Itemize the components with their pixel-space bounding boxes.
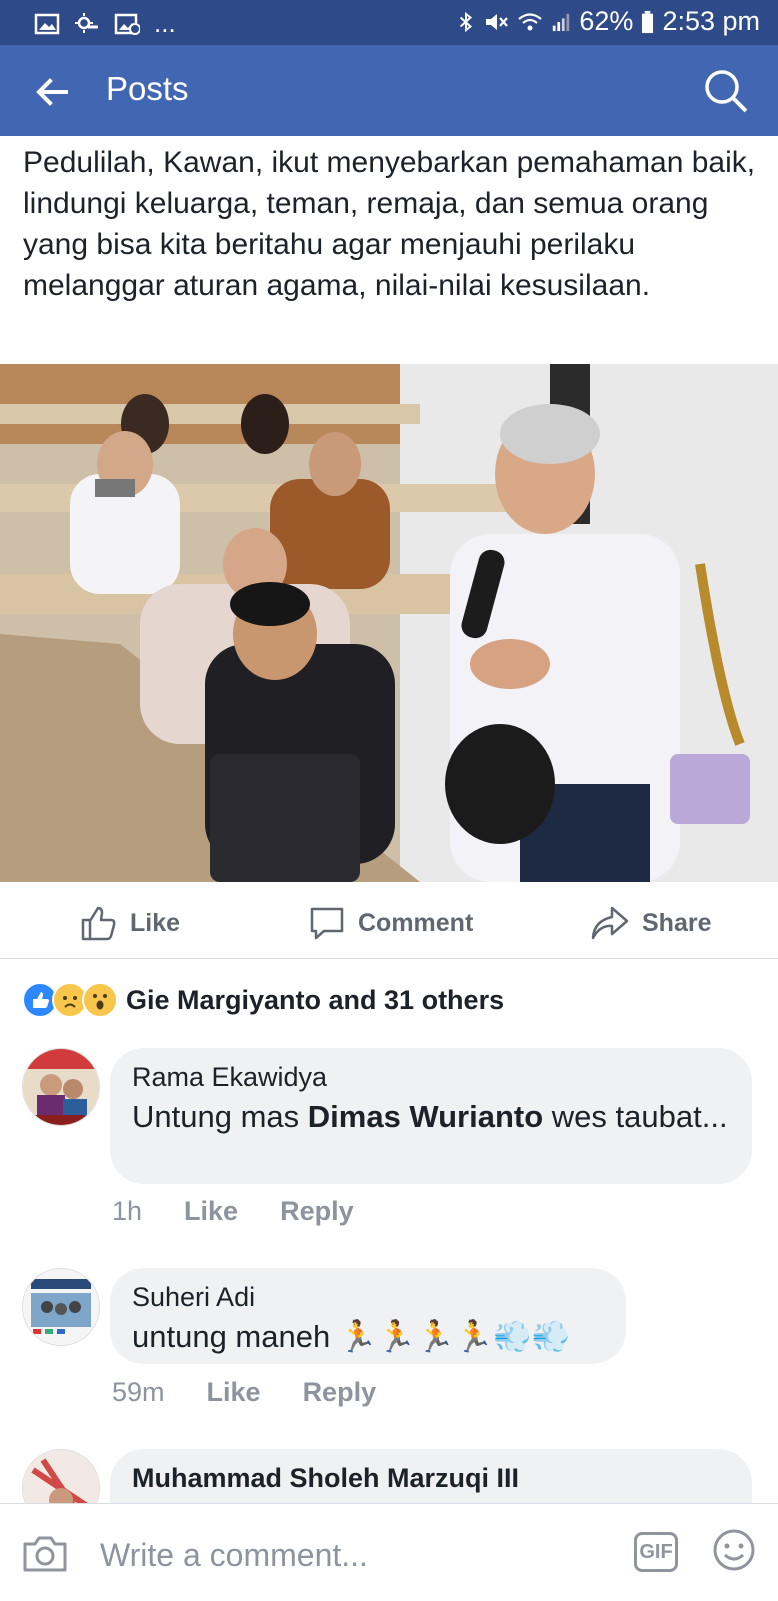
avatar[interactable]	[22, 1048, 100, 1126]
comment-like-button[interactable]: Like	[207, 1377, 261, 1408]
comment-text-part: Untung mas	[132, 1099, 308, 1134]
comment-input[interactable]	[98, 1534, 602, 1576]
photo-g-icon	[114, 13, 140, 35]
gif-button[interactable]: GIF	[634, 1532, 678, 1572]
battery-icon	[642, 10, 654, 33]
comment-author[interactable]: Suheri Adi	[132, 1282, 604, 1313]
comment-time: 59m	[112, 1377, 165, 1407]
comment-author[interactable]: Muhammad Sholeh Marzuqi III	[132, 1463, 730, 1494]
bluetooth-icon	[460, 11, 473, 32]
status-bar: ... 62% 2:53 pm	[0, 0, 778, 45]
comment-author[interactable]: Rama Ekawidya	[132, 1062, 730, 1093]
comment-reply-button[interactable]: Reply	[280, 1196, 354, 1227]
search-icon[interactable]	[702, 67, 750, 115]
overflow-dots: ...	[154, 8, 176, 38]
comment-time: 1h	[112, 1196, 143, 1226]
emoji-icon[interactable]	[712, 1528, 756, 1572]
share-icon	[591, 906, 629, 940]
camera-icon[interactable]	[22, 1532, 68, 1574]
battery-percent: 62%	[579, 6, 634, 36]
system-icons: 62% 2:53 pm	[457, 6, 760, 37]
wow-reaction-icon	[82, 982, 118, 1018]
comment-text: Untung mas Dimas Wurianto wes taubat...	[132, 1097, 730, 1137]
share-label: Share	[642, 908, 712, 937]
like-label: Like	[130, 908, 181, 937]
comment-label: Comment	[358, 908, 474, 937]
reactions-summary[interactable]: Gie Margiyanto and 31 others	[22, 980, 762, 1020]
page-title: Posts	[106, 70, 189, 107]
comment-text-part: wes taubat...	[543, 1099, 728, 1134]
comment-reply-button[interactable]: Reply	[303, 1377, 377, 1408]
image-icon	[34, 13, 60, 34]
comment-mention[interactable]: Dimas Wurianto	[308, 1099, 543, 1134]
comment-like-button[interactable]: Like	[184, 1196, 238, 1227]
reaction-icons	[22, 982, 118, 1018]
comment-text: untung maneh 🏃🏃🏃🏃💨💨	[132, 1319, 571, 1354]
weather-icon	[75, 12, 98, 33]
signal-icon	[553, 13, 570, 31]
comment-button[interactable]: Comment	[308, 904, 473, 942]
comment-bubble[interactable]: Suheri Adi untung maneh 🏃🏃🏃🏃💨💨	[110, 1268, 626, 1364]
clock: 2:53 pm	[662, 6, 760, 36]
wifi-icon	[518, 12, 543, 30]
comment-icon	[310, 907, 344, 940]
avatar[interactable]	[22, 1268, 100, 1346]
post-text: Pedulilah, Kawan, ikut menyebarkan pemah…	[23, 146, 756, 302]
app-bar: Posts	[0, 45, 778, 136]
comment-meta: 1h Like Reply	[112, 1196, 354, 1227]
post-actions: Like Comment Share	[0, 882, 778, 959]
post-photo[interactable]	[0, 364, 778, 882]
thumbs-up-icon	[81, 906, 116, 941]
comment-bubble[interactable]: Rama Ekawidya Untung mas Dimas Wurianto …	[110, 1048, 752, 1184]
share-button[interactable]: Share	[590, 904, 711, 942]
reactions-count-label: Gie Margiyanto and 31 others	[126, 984, 505, 1015]
notification-icons: ...	[34, 8, 176, 39]
back-arrow-icon[interactable]	[30, 70, 74, 114]
mute-icon	[486, 13, 509, 30]
like-button[interactable]: Like	[80, 904, 180, 942]
comment-composer: GIF	[0, 1503, 778, 1601]
post-photo-illustration	[0, 364, 778, 882]
comment-meta: 59m Like Reply	[112, 1377, 376, 1408]
